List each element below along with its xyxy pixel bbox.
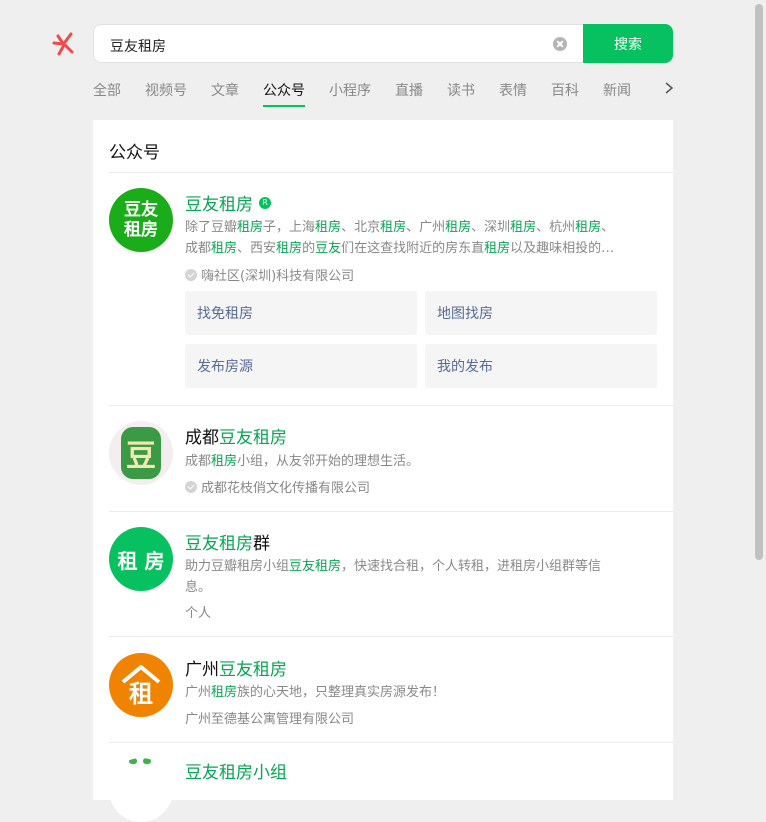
verified-icon [185, 480, 197, 493]
chevron-right-icon[interactable] [664, 82, 674, 94]
account-description: 除了豆瓣租房子，上海租房、北京租房、广州租房、深圳租房、杭州租房、 成都租房、西… [185, 220, 615, 256]
divider [109, 172, 673, 173]
search-input[interactable]: 豆友租房 [93, 24, 583, 63]
account-description: 助力豆瓣租房小组豆友租房，快速找合租，个人转租，进租房小组群等信 息。 [185, 559, 602, 595]
avatar: 租 房 [109, 527, 173, 591]
divider [109, 405, 673, 406]
tab-encyclopedia[interactable]: 百科 [551, 80, 579, 100]
menu-find-rental-button[interactable]: 找免租房 [185, 291, 417, 335]
avatar: 豆友 租房 [109, 188, 173, 252]
account-description: 广州租房族的心天地，只整理真实房源发布！ [185, 685, 446, 700]
company-info: 广州至德基公寓管理有限公司 [185, 712, 355, 727]
avatar: 租 [109, 653, 173, 717]
avatar [109, 758, 173, 822]
verified-icon [185, 268, 197, 281]
search-button[interactable]: 搜索 [583, 24, 673, 63]
search-query: 豆友租房 [110, 39, 166, 55]
account-name[interactable]: 成都豆友租房 [185, 423, 287, 448]
results-panel: 公众号 豆友 租房 豆友租房 R 除了豆瓣租房子，上海租房、北京租房、广州租房、深… [93, 120, 673, 822]
registered-badge-icon: R [259, 197, 271, 209]
scrollbar[interactable] [755, 4, 763, 560]
house-icon: 租 [121, 665, 161, 708]
tab-live[interactable]: 直播 [395, 80, 423, 100]
divider [109, 636, 673, 637]
tab-articles[interactable]: 文章 [211, 80, 239, 100]
tab-books[interactable]: 读书 [447, 80, 475, 100]
clear-icon[interactable] [553, 37, 567, 51]
tab-stickers[interactable]: 表情 [499, 80, 527, 100]
category-tabs: 全部 视频号 文章 公众号 小程序 直播 读书 表情 百科 新闻 [93, 80, 673, 110]
tab-all[interactable]: 全部 [93, 80, 121, 100]
menu-my-posts-button[interactable]: 我的发布 [425, 344, 657, 388]
divider [109, 742, 673, 743]
account-name[interactable]: 豆友租房群 [185, 529, 270, 554]
wechat-search-logo[interactable] [50, 30, 78, 58]
company-info: 嗨社区(深圳)科技有限公司 [185, 265, 354, 284]
tab-mini-programs[interactable]: 小程序 [329, 80, 371, 100]
section-title: 公众号 [109, 143, 160, 163]
company-info: 成都花枝俏文化传播有限公司 [185, 477, 370, 496]
tab-news[interactable]: 新闻 [603, 80, 631, 100]
company-info: 个人 [185, 606, 212, 621]
svg-text:租: 租 [129, 680, 153, 708]
avatar: 豆 [109, 421, 173, 485]
divider [109, 511, 673, 512]
account-name[interactable]: 豆友租房 R [185, 190, 271, 215]
account-name[interactable]: 广州豆友租房 [185, 655, 287, 680]
tab-video[interactable]: 视频号 [145, 80, 187, 100]
menu-post-listing-button[interactable]: 发布房源 [185, 344, 417, 388]
account-name[interactable]: 豆友租房小组 [185, 758, 287, 783]
menu-map-search-button[interactable]: 地图找房 [425, 291, 657, 335]
account-description: 成都租房小组，从友邻开始的理想生活。 [185, 454, 420, 469]
tab-official-accounts[interactable]: 公众号 [263, 80, 305, 107]
